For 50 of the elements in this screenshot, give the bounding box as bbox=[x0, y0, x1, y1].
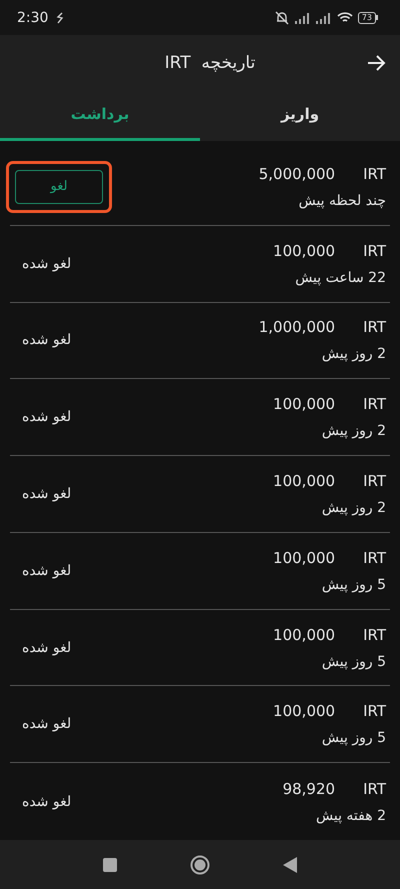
wifi-icon bbox=[336, 12, 353, 24]
time-label: 5 روز پیش bbox=[320, 654, 386, 670]
currency-label: IRT bbox=[363, 702, 386, 720]
time-label: 2 هفته پیش bbox=[315, 808, 386, 824]
time-label: 5 روز پیش bbox=[320, 730, 386, 746]
signal-icon bbox=[316, 12, 332, 24]
amount-label: 100,000 bbox=[273, 702, 336, 720]
amount-label: 100,000 bbox=[273, 548, 336, 567]
status-label: لغو شده bbox=[21, 716, 72, 732]
amount-label: 1,000,000 bbox=[258, 318, 336, 336]
currency-label: IRT bbox=[363, 780, 386, 798]
amount-label: 100,000 bbox=[273, 242, 336, 260]
currency-label: IRT bbox=[363, 395, 386, 414]
amount-label: 98,920 bbox=[282, 780, 336, 798]
currency-label: IRT bbox=[363, 472, 386, 490]
tab[interactable]: برداشت bbox=[0, 90, 200, 141]
amount-label: 100,000 bbox=[273, 626, 336, 644]
amount-label: 100,000 bbox=[273, 472, 336, 490]
status-label: لغو شده bbox=[21, 256, 72, 272]
currency-label: IRT bbox=[363, 548, 386, 567]
currency-label: IRT bbox=[363, 626, 386, 644]
home-icon[interactable] bbox=[190, 854, 210, 874]
currency-label: IRT bbox=[363, 164, 386, 183]
status-label: لغو شده bbox=[21, 640, 72, 656]
muted-bell-icon bbox=[274, 10, 290, 24]
currency-label: IRT bbox=[363, 242, 386, 260]
time-label: 5 روز پیش bbox=[320, 576, 386, 593]
signal-icon bbox=[294, 12, 311, 24]
page-title: تاریخچه IRT bbox=[164, 52, 256, 72]
cancel-button[interactable]: لغو bbox=[15, 170, 103, 204]
time-label: 2 روز پیش bbox=[320, 346, 386, 362]
clock: 2:30 bbox=[17, 10, 48, 26]
status-label: لغو شده bbox=[21, 332, 72, 348]
time-label: 22 ساعت پیش bbox=[294, 270, 386, 286]
currency-label: IRT bbox=[363, 318, 386, 336]
time-label: 2 روز پیش bbox=[320, 423, 386, 440]
status-label: لغو شده bbox=[21, 562, 72, 579]
status-label: لغو شده bbox=[21, 794, 72, 810]
battery-icon: 73 bbox=[358, 12, 376, 24]
time-label: 2 روز پیش bbox=[320, 500, 386, 516]
activity-icon bbox=[56, 12, 64, 24]
amount-label: 100,000 bbox=[273, 395, 336, 414]
recents-icon[interactable] bbox=[102, 856, 118, 872]
back-icon[interactable] bbox=[282, 856, 298, 874]
back-arrow-icon[interactable] bbox=[366, 54, 386, 72]
tab[interactable]: واریز bbox=[200, 90, 400, 141]
time-label: چند لحظه پیش bbox=[298, 192, 386, 209]
amount-label: 5,000,000 bbox=[258, 164, 336, 183]
status-label: لغو شده bbox=[21, 409, 72, 426]
status-label: لغو شده bbox=[21, 486, 72, 502]
